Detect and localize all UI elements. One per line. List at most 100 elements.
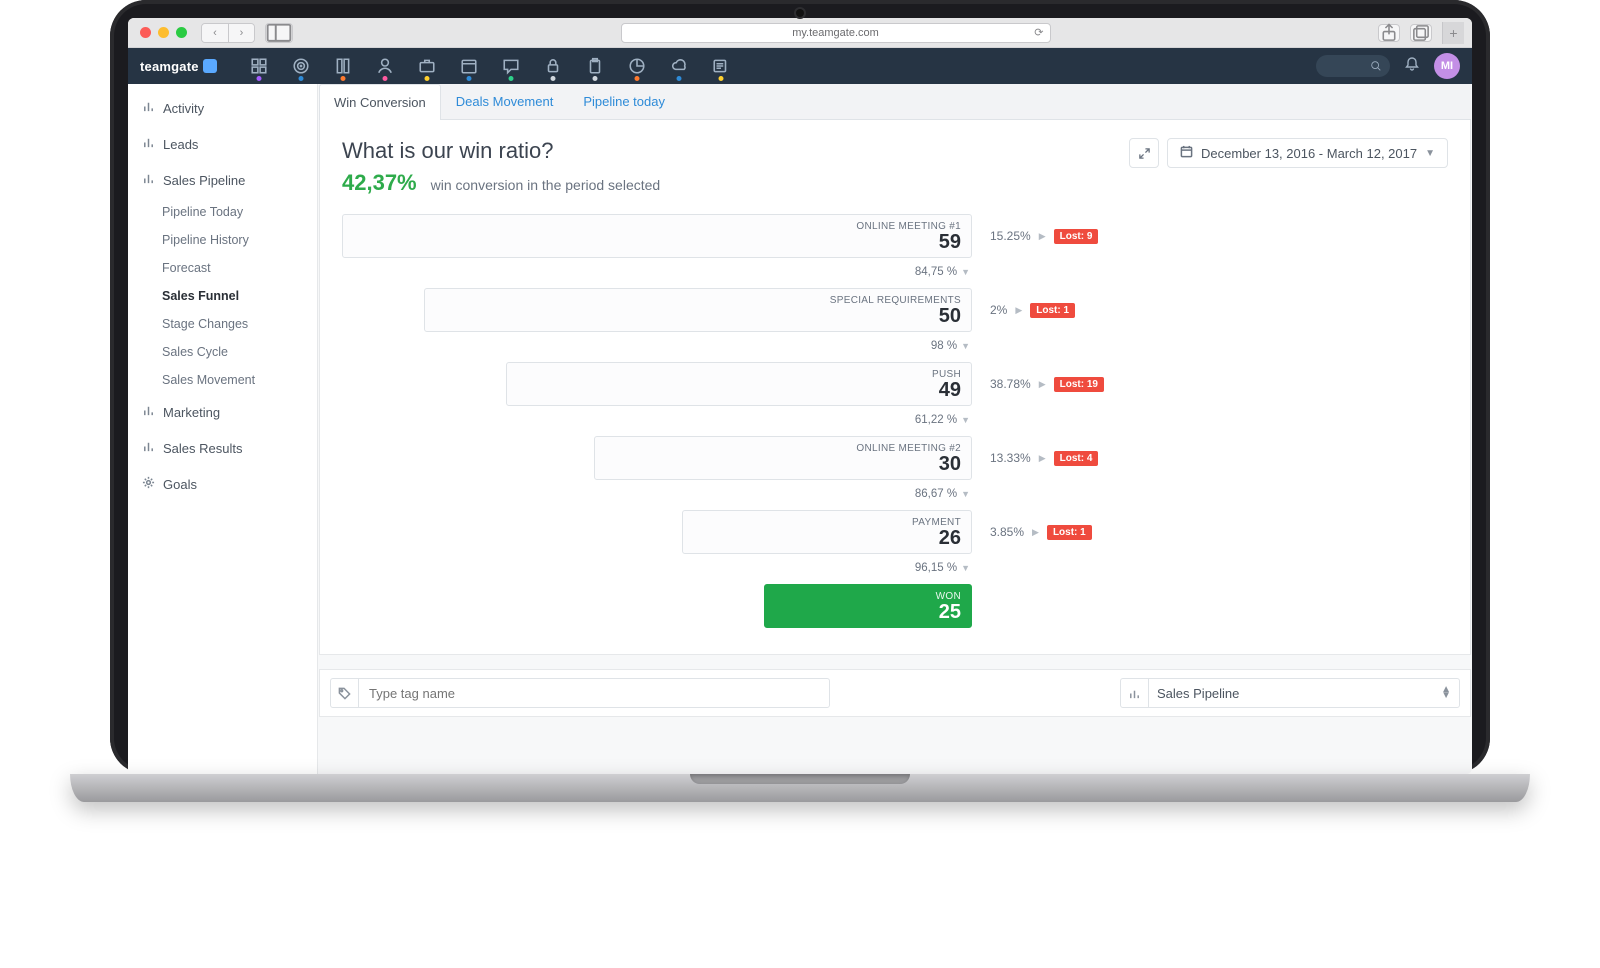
stage-name: PUSH bbox=[932, 369, 961, 380]
nav-calendar-icon[interactable] bbox=[459, 52, 479, 80]
date-range-picker[interactable]: December 13, 2016 - March 12, 2017 ▼ bbox=[1167, 138, 1448, 168]
triangle-down-icon: ▼ bbox=[961, 341, 970, 351]
brand-logo[interactable]: teamgate bbox=[140, 59, 217, 74]
lost-badge[interactable]: Lost: 19 bbox=[1054, 377, 1104, 392]
lost-badge[interactable]: Lost: 9 bbox=[1054, 229, 1099, 244]
stage-value: 49 bbox=[939, 380, 961, 400]
nav-news-icon[interactable] bbox=[711, 52, 731, 80]
pipeline-select-value: Sales Pipeline bbox=[1149, 686, 1239, 701]
header-nav-icons bbox=[249, 52, 731, 80]
tab-deals-movement[interactable]: Deals Movement bbox=[441, 83, 569, 119]
chart-icon bbox=[142, 440, 155, 456]
loss-percent: 38.78% bbox=[990, 377, 1031, 391]
triangle-down-icon: ▼ bbox=[961, 415, 970, 425]
sidebar-item-leads[interactable]: Leads bbox=[128, 126, 317, 162]
nav-grid-icon[interactable] bbox=[249, 52, 269, 80]
funnel-bar-online-meeting-1[interactable]: ONLINE MEETING #159 bbox=[342, 214, 972, 258]
loss-percent: 15.25% bbox=[990, 229, 1031, 243]
nav-briefcase-icon[interactable] bbox=[417, 52, 437, 80]
show-sidebar-button[interactable] bbox=[266, 24, 292, 42]
triangle-right-icon: ▶ bbox=[1015, 305, 1022, 316]
stage-name: ONLINE MEETING #1 bbox=[856, 221, 961, 232]
select-caret-icon: ▲▼ bbox=[1441, 687, 1451, 699]
sidebar-item-label: Sales Funnel bbox=[162, 289, 239, 303]
conversion-rate: 86,67 %▼ bbox=[342, 484, 972, 510]
fullscreen-window-button[interactable] bbox=[176, 27, 187, 38]
nav-user-icon[interactable] bbox=[375, 52, 395, 80]
sidebar-item-sales-movement[interactable]: Sales Movement bbox=[128, 366, 317, 394]
sidebar-item-label: Sales Pipeline bbox=[163, 173, 245, 188]
sidebar-item-label: Sales Cycle bbox=[162, 345, 228, 359]
sidebar-item-label: Sales Movement bbox=[162, 373, 255, 387]
lost-badge[interactable]: Lost: 4 bbox=[1054, 451, 1099, 466]
loss-percent: 2% bbox=[990, 303, 1007, 317]
sidebar-item-sales-pipeline[interactable]: Sales Pipeline bbox=[128, 162, 317, 198]
stage-name: PAYMENT bbox=[912, 517, 961, 528]
funnel-bar-payment[interactable]: PAYMENT26 bbox=[682, 510, 972, 554]
sidebar-item-sales-results[interactable]: Sales Results bbox=[128, 430, 317, 466]
funnel-stage-row: PUSH49 38.78% ▶ Lost: 19 bbox=[342, 362, 1448, 406]
laptop-base bbox=[70, 774, 1530, 802]
funnel-bar-push[interactable]: PUSH49 bbox=[506, 362, 972, 406]
share-button[interactable] bbox=[1378, 24, 1400, 42]
stage-name: WON bbox=[936, 591, 961, 602]
lost-badge[interactable]: Lost: 1 bbox=[1030, 303, 1075, 318]
lost-badge[interactable]: Lost: 1 bbox=[1047, 525, 1092, 540]
sidebar-item-forecast[interactable]: Forecast bbox=[128, 254, 317, 282]
sidebar: ActivityLeads Sales Pipeline Pipeline Toda… bbox=[128, 84, 318, 774]
sidebar-item-marketing[interactable]: Marketing bbox=[128, 394, 317, 430]
funnel-stage-row: PAYMENT263.85%▶Lost: 1 bbox=[342, 510, 1448, 554]
sidebar-item-stage-changes[interactable]: Stage Changes bbox=[128, 310, 317, 338]
funnel-bar-special-requirements[interactable]: SPECIAL REQUIREMENTS50 bbox=[424, 288, 972, 332]
tabs-button[interactable] bbox=[1410, 24, 1432, 42]
sidebar-item-activity[interactable]: Activity bbox=[128, 90, 317, 126]
sidebar-item-pipeline-history[interactable]: Pipeline History bbox=[128, 226, 317, 254]
tag-icon bbox=[331, 679, 359, 707]
expand-button[interactable] bbox=[1129, 138, 1159, 168]
nav-piechart-icon[interactable] bbox=[627, 52, 647, 80]
chart-icon bbox=[142, 172, 155, 188]
conversion-rate: 84,75 %▼ bbox=[342, 262, 972, 288]
funnel-bar-online-meeting-2[interactable]: ONLINE MEETING #230 bbox=[594, 436, 972, 480]
tab-pipeline-today[interactable]: Pipeline today bbox=[568, 83, 680, 119]
triangle-right-icon: ▶ bbox=[1039, 379, 1046, 390]
tab-win-conversion[interactable]: Win Conversion bbox=[319, 84, 441, 120]
nav-chat-icon[interactable] bbox=[501, 52, 521, 80]
forward-button[interactable]: › bbox=[228, 24, 254, 42]
minimize-window-button[interactable] bbox=[158, 27, 169, 38]
tag-name-input[interactable] bbox=[359, 686, 829, 701]
pipeline-select[interactable]: Sales Pipeline ▲▼ bbox=[1120, 678, 1460, 708]
notifications-button[interactable] bbox=[1404, 56, 1420, 77]
nav-book-icon[interactable] bbox=[333, 52, 353, 80]
funnel-bar-won[interactable]: WON25 bbox=[764, 584, 972, 628]
new-tab-button[interactable]: + bbox=[1442, 22, 1464, 44]
avatar-initials: MI bbox=[1441, 60, 1453, 72]
main-content: Win ConversionDeals MovementPipeline tod… bbox=[318, 84, 1472, 774]
calendar-icon bbox=[1180, 145, 1193, 161]
stage-value: 30 bbox=[939, 454, 961, 474]
back-button[interactable]: ‹ bbox=[202, 24, 228, 42]
sidebar-item-sales-funnel[interactable]: Sales Funnel bbox=[128, 282, 317, 310]
stage-value: 26 bbox=[939, 528, 961, 548]
funnel-loss-info: 15.25%▶Lost: 9 bbox=[972, 214, 1142, 258]
loss-percent: 3.85% bbox=[990, 525, 1024, 539]
sidebar-item-pipeline-today[interactable]: Pipeline Today bbox=[128, 198, 317, 226]
nav-lock-icon[interactable] bbox=[543, 52, 563, 80]
page-title: What is our win ratio? bbox=[342, 138, 660, 164]
chevron-down-icon: ▼ bbox=[1425, 148, 1435, 159]
avatar[interactable]: MI bbox=[1434, 53, 1460, 79]
stage-value: 59 bbox=[939, 232, 961, 252]
close-window-button[interactable] bbox=[140, 27, 151, 38]
address-bar[interactable]: my.teamgate.com ⟳ bbox=[621, 23, 1051, 43]
global-search[interactable] bbox=[1316, 55, 1390, 77]
chart-icon bbox=[142, 136, 155, 152]
sidebar-item-goals[interactable]: Goals bbox=[128, 466, 317, 502]
chart-icon bbox=[1121, 679, 1149, 707]
filter-bar: Sales Pipeline ▲▼ bbox=[319, 669, 1471, 717]
reload-button[interactable]: ⟳ bbox=[1034, 26, 1043, 39]
nav-target-icon[interactable] bbox=[291, 52, 311, 80]
nav-cloud-icon[interactable] bbox=[669, 52, 689, 80]
conversion-rate: 98 %▼ bbox=[342, 336, 972, 362]
sidebar-item-sales-cycle[interactable]: Sales Cycle bbox=[128, 338, 317, 366]
nav-clipboard-icon[interactable] bbox=[585, 52, 605, 80]
